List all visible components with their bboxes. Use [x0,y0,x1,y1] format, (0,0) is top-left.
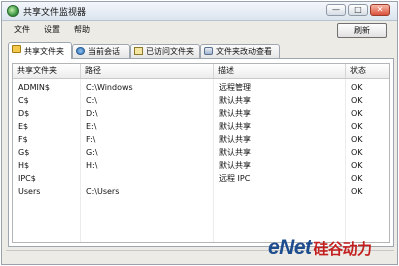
share-description: 远程 IPC [219,174,251,183]
accessed-folder-icon [134,47,143,55]
minimize-button[interactable]: — [326,4,346,16]
folder-changes-icon [204,47,213,55]
refresh-button[interactable]: 刷新 [337,23,387,38]
tab-label: 文件夹改动查看 [216,47,272,56]
share-status: OK [351,174,363,183]
share-name: IPC$ [18,174,36,183]
table-row[interactable]: ADMIN$ C:\Windows 远程管理 OK [13,82,389,94]
share-status: OK [351,148,363,157]
column-header[interactable]: 描述 [214,64,346,78]
table-row[interactable]: D$ D:\ 默认共享 OK [13,108,389,120]
table-row[interactable]: C$ C:\ 默认共享 OK [13,95,389,107]
table-row[interactable]: Users C:\Users OK [13,186,389,198]
table-header: 共享文件夹 路径 描述 状态 [13,64,389,79]
watermark-sub: 硅谷动力 [313,241,373,258]
menu-file[interactable]: 文件 [14,24,30,35]
tab-accessed-folders[interactable]: 已访问文件夹 [130,44,200,58]
window-title: 共享文件监视器 [23,8,87,18]
share-name: G$ [18,148,30,157]
share-path: G:\ [86,148,98,157]
shares-table: 共享文件夹 路径 描述 状态 ADMIN$ C:\Windows 远程管理 OK… [12,63,390,243]
share-name: ADMIN$ [18,83,50,92]
watermark-brand: eNet [268,236,312,259]
share-name: E$ [18,122,29,131]
share-description: 远程管理 [219,83,251,92]
share-path: D:\ [86,109,98,118]
share-path [81,173,86,185]
app-icon [7,5,19,17]
title-bar[interactable]: 共享文件监视器 — □ ✕ [2,2,397,21]
tab-label: 当前会话 [88,47,120,56]
share-description: 默认共享 [219,122,251,131]
tab-strip: 共享文件夹 当前会话 已访问文件夹 文件夹改动查看 [8,42,394,59]
column-header[interactable]: 共享文件夹 [13,64,81,78]
share-name: D$ [18,109,30,118]
share-status: OK [351,122,363,131]
share-status: OK [351,83,363,92]
tab-current-sessions[interactable]: 当前会话 [72,44,130,58]
share-name: C$ [18,96,29,105]
share-path: C:\Users [86,187,120,196]
share-status: OK [351,187,363,196]
tab-shared-folders[interactable]: 共享文件夹 [8,42,72,59]
share-path: E:\ [86,122,97,131]
share-status: OK [351,96,363,105]
tab-label: 已访问文件夹 [146,47,194,56]
tab-label: 共享文件夹 [24,47,64,56]
column-header[interactable]: 状态 [346,64,389,78]
share-path: C:\Windows [86,83,133,92]
column-header[interactable]: 路径 [81,64,214,78]
share-name: Users [18,187,41,196]
share-name: H$ [18,161,30,170]
menu-settings[interactable]: 设置 [44,24,60,35]
table-row[interactable]: E$ E:\ 默认共享 OK [13,121,389,133]
table-row[interactable]: H$ H:\ 默认共享 OK [13,160,389,172]
close-button[interactable]: ✕ [370,4,390,16]
share-status: OK [351,135,363,144]
share-status: OK [351,161,363,170]
share-path: C:\ [86,96,97,105]
tab-folder-changes[interactable]: 文件夹改动查看 [200,44,280,58]
share-name: F$ [18,135,28,144]
share-path: F:\ [86,135,96,144]
share-description: 默认共享 [219,161,251,170]
share-description: 默认共享 [219,135,251,144]
share-description: 默认共享 [219,96,251,105]
tab-panel: 共享文件夹 路径 描述 状态 ADMIN$ C:\Windows 远程管理 OK… [8,58,394,247]
share-status: OK [351,109,363,118]
sessions-icon [76,47,85,55]
app-window: 共享文件监视器 — □ ✕ 文件 设置 帮助 刷新 共享文件夹 当前会话 已访问… [1,1,398,265]
watermark-logo: eNet 硅谷动力 [268,236,372,264]
share-path: H:\ [86,161,98,170]
share-description: 默认共享 [219,109,251,118]
shared-folder-icon [12,45,21,53]
share-description: 默认共享 [219,148,251,157]
share-description [214,186,219,198]
table-row[interactable]: F$ F:\ 默认共享 OK [13,134,389,146]
menu-help[interactable]: 帮助 [74,24,90,35]
table-row[interactable]: G$ G:\ 默认共享 OK [13,147,389,159]
table-row[interactable]: IPC$ 远程 IPC OK [13,173,389,185]
maximize-button[interactable]: □ [348,4,368,16]
